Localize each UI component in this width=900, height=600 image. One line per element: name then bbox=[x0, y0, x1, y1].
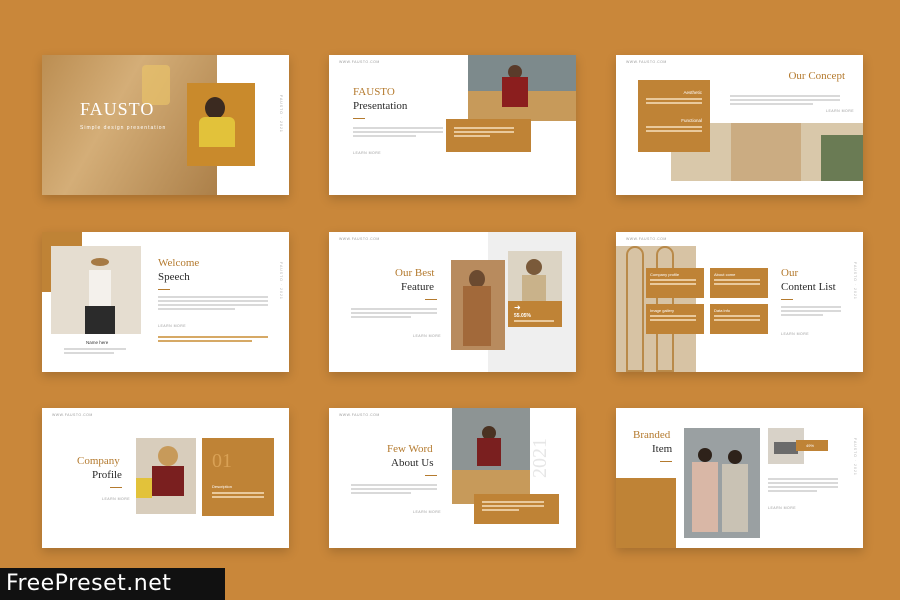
about-year: 2021 bbox=[529, 438, 551, 478]
branded-badge: 49% bbox=[796, 440, 828, 451]
welcome-text-lines bbox=[158, 296, 268, 312]
feature-text-lines bbox=[351, 308, 437, 320]
learn-more-link[interactable]: LEARN MORE bbox=[413, 510, 441, 514]
about-title-2: About Us bbox=[391, 457, 434, 469]
title-underline bbox=[660, 461, 672, 462]
vertical-text: FAUSTO · 2021 bbox=[853, 262, 857, 300]
body-text-lines bbox=[353, 127, 443, 139]
caption-lines bbox=[64, 348, 126, 356]
profile-number-box: 01 Description bbox=[202, 438, 274, 516]
content-item-3-label: Image gallery bbox=[650, 308, 675, 313]
feature-stat: 55.05% bbox=[514, 313, 531, 319]
presentation-photo bbox=[468, 55, 576, 121]
content-item-4-label: Data info bbox=[714, 308, 731, 313]
feature-photo-right bbox=[508, 251, 562, 301]
learn-more-link[interactable]: LEARN MORE bbox=[353, 151, 381, 155]
title-underline bbox=[425, 299, 437, 300]
title-underline bbox=[353, 118, 365, 119]
welcome-caption: Name here bbox=[86, 340, 109, 345]
learn-more-link[interactable]: LEARN MORE bbox=[781, 332, 809, 336]
watermark: FreePreset.net bbox=[0, 568, 225, 600]
content-item-1-label: Company profile bbox=[650, 272, 680, 277]
about-text-box bbox=[474, 494, 559, 524]
content-item-2[interactable]: About come bbox=[710, 268, 768, 298]
feature-title-1: Our Best bbox=[395, 267, 435, 279]
about-title-1: Few Word bbox=[387, 443, 433, 455]
slide-our-concept[interactable]: WWW.FAUSTO.COM Our Concept LEARN MORE Ae… bbox=[616, 55, 863, 195]
url-text: WWW.FAUSTO.COM bbox=[339, 60, 380, 64]
content-item-1[interactable]: Company profile bbox=[646, 268, 704, 298]
profile-box-heading: Description bbox=[212, 484, 233, 489]
presentation-title-2: Presentation bbox=[353, 100, 408, 112]
learn-more-link[interactable]: LEARN MORE bbox=[413, 334, 441, 338]
slide-content-list[interactable]: WWW.FAUSTO.COM Company profile About com… bbox=[616, 232, 863, 372]
branded-title-1: Branded bbox=[633, 429, 671, 441]
url-text: WWW.FAUSTO.COM bbox=[626, 60, 667, 64]
branded-photo bbox=[684, 428, 760, 538]
slide-company-profile[interactable]: WWW.FAUSTO.COM Company Profile LEARN MOR… bbox=[42, 408, 289, 548]
profile-number: 01 bbox=[212, 450, 232, 472]
cover-photo-frame bbox=[187, 83, 255, 166]
url-text: WWW.FAUSTO.COM bbox=[339, 413, 380, 417]
url-text: WWW.FAUSTO.COM bbox=[339, 237, 380, 241]
url-text: WWW.FAUSTO.COM bbox=[52, 413, 93, 417]
concept-text-lines bbox=[730, 95, 840, 107]
profile-title-1: Company bbox=[77, 455, 120, 467]
content-item-2-label: About come bbox=[714, 272, 736, 277]
presentation-title-1: FAUSTO bbox=[353, 86, 395, 98]
content-title-2: Content List bbox=[781, 281, 836, 293]
profile-title-2: Profile bbox=[92, 469, 122, 481]
arrow-right-icon: ➜ bbox=[514, 303, 521, 312]
title-underline bbox=[425, 475, 437, 476]
branded-text-lines bbox=[768, 478, 838, 494]
welcome-title-2: Speech bbox=[158, 271, 190, 283]
learn-more-link[interactable]: LEARN MORE bbox=[158, 324, 186, 328]
slide-presentation[interactable]: WWW.FAUSTO.COM FAUSTO Presentation LEARN… bbox=[329, 55, 576, 195]
content-text-lines bbox=[781, 306, 841, 318]
concept-title: Our Concept bbox=[788, 70, 845, 82]
title-underline bbox=[158, 289, 170, 290]
feature-title-2: Feature bbox=[401, 281, 434, 293]
cover-vertical-text: FAUSTO · 2021 bbox=[279, 95, 283, 133]
content-title-1: Our bbox=[781, 267, 799, 279]
vertical-text: FAUSTO · 2021 bbox=[279, 262, 283, 300]
concept-text-box: Aesthetic Functional bbox=[638, 80, 710, 152]
branded-accent-block bbox=[616, 478, 676, 548]
slide-welcome-speech[interactable]: Name here Welcome Speech LEARN MORE FAUS… bbox=[42, 232, 289, 372]
feature-photo-left bbox=[451, 260, 505, 350]
slide-branded-item[interactable]: Branded Item 49% LEARN MORE FAUSTO · 202… bbox=[616, 408, 863, 548]
branded-badge-text: 49% bbox=[806, 443, 815, 448]
slide-best-feature[interactable]: WWW.FAUSTO.COM Our Best Feature LEARN MO… bbox=[329, 232, 576, 372]
welcome-photo bbox=[51, 246, 141, 334]
cover-subtitle: Simple design presentation bbox=[80, 125, 167, 131]
welcome-quote-lines bbox=[158, 336, 268, 344]
welcome-title-1: Welcome bbox=[158, 257, 200, 269]
title-underline bbox=[110, 487, 122, 488]
slide-about-us[interactable]: WWW.FAUSTO.COM Few Word About Us LEARN M… bbox=[329, 408, 576, 548]
slide-cover[interactable]: FAUSTO Simple design presentation FAUSTO… bbox=[42, 55, 289, 195]
title-underline bbox=[781, 299, 793, 300]
learn-more-link[interactable]: LEARN MORE bbox=[826, 109, 854, 113]
url-text: WWW.FAUSTO.COM bbox=[626, 237, 667, 241]
about-text-lines bbox=[351, 484, 437, 496]
learn-more-link[interactable]: LEARN MORE bbox=[768, 506, 796, 510]
presentation-text-box bbox=[446, 119, 531, 152]
concept-box-heading-2: Functional bbox=[681, 118, 702, 123]
vertical-text: FAUSTO · 2021 bbox=[853, 438, 857, 476]
cover-title: FAUSTO bbox=[80, 99, 155, 119]
content-item-3[interactable]: Image gallery bbox=[646, 304, 704, 334]
content-item-4[interactable]: Data info bbox=[710, 304, 768, 334]
branded-title-2: Item bbox=[652, 443, 673, 455]
about-photo bbox=[452, 408, 530, 504]
concept-box-heading-1: Aesthetic bbox=[683, 90, 702, 95]
profile-photo bbox=[136, 438, 196, 514]
feature-stat-box: ➜ 55.05% bbox=[508, 301, 562, 327]
learn-more-link[interactable]: LEARN MORE bbox=[102, 497, 130, 501]
